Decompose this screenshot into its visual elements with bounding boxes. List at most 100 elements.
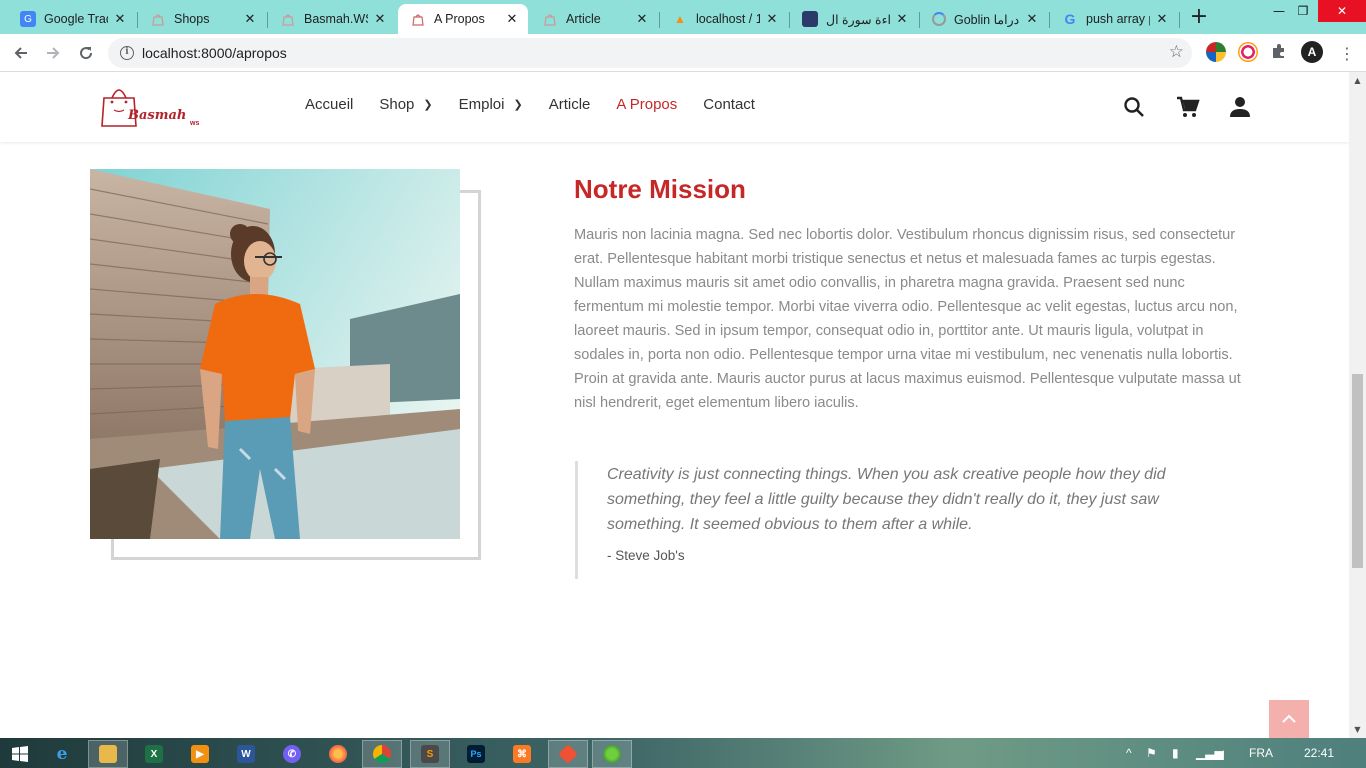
close-tab-icon[interactable]: ✕	[634, 11, 650, 27]
windows-taskbar: e X ▶ W ✆ S Ps ⌘ ^ ⚑ ▮ ▁▃▅ 🔈︎ FRA 22:41	[0, 738, 1366, 768]
browser-tab-strip: G Google Trad ✕ Shops ✕ Basmah.WS ✕ A Pr…	[0, 0, 1366, 34]
media-player-icon[interactable]: ▶	[180, 740, 220, 768]
chevron-up-icon	[1282, 714, 1296, 723]
close-window-icon[interactable]: ✕	[1318, 0, 1366, 22]
close-tab-icon[interactable]: ✕	[372, 11, 388, 27]
extension-globe-icon[interactable]	[1206, 42, 1226, 62]
photoshop-icon[interactable]: Ps	[456, 740, 496, 768]
flag-icon[interactable]: ⚑	[1146, 746, 1157, 760]
chrome-menu-icon[interactable]: ⋮	[1334, 41, 1360, 65]
bookmark-star-icon[interactable]: ☆	[1169, 42, 1184, 62]
site-header: Basmah ws Accueil Shop ❯ Emploi ❯ Articl…	[0, 72, 1349, 142]
nav-label: Accueil	[305, 96, 354, 113]
browser-tab[interactable]: Basmah.WS ✕	[268, 4, 396, 34]
back-to-top-button[interactable]	[1269, 700, 1309, 738]
tab-separator	[1179, 12, 1180, 28]
basmah-bag-icon	[150, 11, 166, 27]
nav-label: Contact	[703, 96, 755, 113]
user-icon[interactable]	[1228, 95, 1252, 119]
nav-label: Emploi	[458, 96, 505, 113]
back-icon[interactable]	[8, 41, 34, 65]
language-indicator[interactable]: FRA	[1249, 746, 1273, 760]
tab-title: Basmah.WS	[304, 12, 368, 26]
logo-suffix: ws	[190, 120, 200, 127]
nav-item-a-propos[interactable]: A Propos	[616, 96, 677, 113]
google-icon: G	[1064, 11, 1076, 27]
address-bar[interactable]: i localhost:8000/apropos ☆	[108, 38, 1192, 68]
xampp-icon[interactable]: ⌘	[502, 740, 542, 768]
close-tab-icon[interactable]: ✕	[1024, 11, 1040, 27]
close-tab-icon[interactable]: ✕	[1154, 11, 1170, 27]
browser-tab[interactable]: G push array p ✕	[1050, 4, 1178, 34]
close-tab-icon[interactable]: ✕	[112, 11, 128, 27]
browser-tab[interactable]: Shops ✕	[138, 4, 266, 34]
close-tab-icon[interactable]: ✕	[504, 11, 520, 27]
site-logo[interactable]: Basmah ws	[100, 80, 210, 134]
search-icon[interactable]	[1122, 95, 1146, 119]
nav-item-article[interactable]: Article	[549, 96, 591, 113]
battery-icon[interactable]: ▮	[1172, 746, 1179, 760]
site-info-icon[interactable]: i	[120, 46, 134, 60]
show-hidden-icons-icon[interactable]: ^	[1126, 746, 1132, 760]
restore-window-icon[interactable]: ❐	[1288, 0, 1318, 22]
tab-title: Google Trad	[44, 12, 108, 26]
nav-item-accueil[interactable]: Accueil	[305, 96, 353, 113]
profile-avatar[interactable]: A	[1301, 41, 1323, 63]
tab-title: Shops	[174, 12, 210, 26]
tab-title: Goblin دراما	[954, 12, 1020, 27]
word-icon[interactable]: W	[226, 740, 266, 768]
chrome-icon[interactable]	[362, 740, 402, 768]
nav-item-contact[interactable]: Contact	[703, 96, 755, 113]
google-translate-icon: G	[20, 11, 36, 27]
browser-tab[interactable]: G Google Trad ✕	[8, 4, 136, 34]
scroll-up-arrow-icon[interactable]: ▲	[1349, 72, 1366, 89]
firefox-icon[interactable]	[318, 740, 358, 768]
nav-item-emploi[interactable]: Emploi ❯	[459, 96, 523, 113]
close-tab-icon[interactable]: ✕	[242, 11, 258, 27]
browser-tab[interactable]: ▲ localhost / 1 ✕	[660, 4, 788, 34]
basmah-bag-icon	[280, 11, 296, 27]
internet-explorer-icon[interactable]: e	[42, 740, 82, 768]
close-tab-icon[interactable]: ✕	[764, 11, 780, 27]
sublime-text-icon[interactable]: S	[410, 740, 450, 768]
mission-title: Notre Mission	[574, 174, 746, 204]
new-tab-button[interactable]: +	[1186, 6, 1212, 30]
quote-text: Creativity is just connecting things. Wh…	[607, 466, 1166, 533]
file-explorer-icon[interactable]	[88, 740, 128, 768]
cart-icon[interactable]	[1176, 95, 1200, 119]
chevron-right-icon: ❯	[423, 99, 433, 111]
scrollbar-thumb[interactable]	[1352, 374, 1363, 568]
page-scrollbar[interactable]: ▲ ▼	[1349, 72, 1366, 738]
browser-tab[interactable]: قراءة سورة ال ✕	[790, 4, 918, 34]
close-tab-icon[interactable]: ✕	[894, 11, 910, 27]
quote-author: - Steve Job's	[607, 548, 685, 563]
mission-paragraph: Mauris non lacinia magna. Sed nec lobort…	[574, 227, 1241, 411]
basmah-bag-icon	[542, 11, 558, 27]
tab-title: A Propos	[434, 12, 485, 26]
excel-icon[interactable]: X	[134, 740, 174, 768]
git-icon[interactable]	[548, 740, 588, 768]
nav-label: Article	[548, 96, 591, 113]
scroll-down-arrow-icon[interactable]: ▼	[1349, 721, 1366, 738]
loading-icon	[932, 12, 946, 26]
extension-target-icon[interactable]	[1238, 42, 1258, 62]
url-text[interactable]: localhost:8000/apropos	[142, 45, 287, 61]
quote-block: Creativity is just connecting things. Wh…	[575, 461, 1235, 579]
volume-icon[interactable]: 🔈︎	[1220, 746, 1227, 761]
clock[interactable]: 22:41	[1304, 746, 1334, 760]
logo-wordmark: Basmah	[128, 108, 187, 123]
forward-icon[interactable]	[40, 41, 66, 65]
browser-tab[interactable]: Article ✕	[530, 4, 658, 34]
nav-item-shop[interactable]: Shop ❯	[379, 96, 432, 113]
viber-icon[interactable]: ✆	[272, 740, 312, 768]
nav-label: A Propos	[616, 96, 678, 113]
reload-icon[interactable]	[73, 41, 99, 65]
map-app-icon[interactable]	[592, 740, 632, 768]
basmah-bag-icon	[410, 11, 426, 27]
browser-tab[interactable]: Goblin دراما ✕	[920, 4, 1048, 34]
windows-start-icon[interactable]	[0, 740, 40, 768]
phpmyadmin-icon: ▲	[674, 12, 686, 26]
browser-tab-active[interactable]: A Propos ✕	[398, 4, 528, 34]
extensions-puzzle-icon[interactable]	[1270, 42, 1290, 62]
quran-icon	[802, 11, 818, 27]
